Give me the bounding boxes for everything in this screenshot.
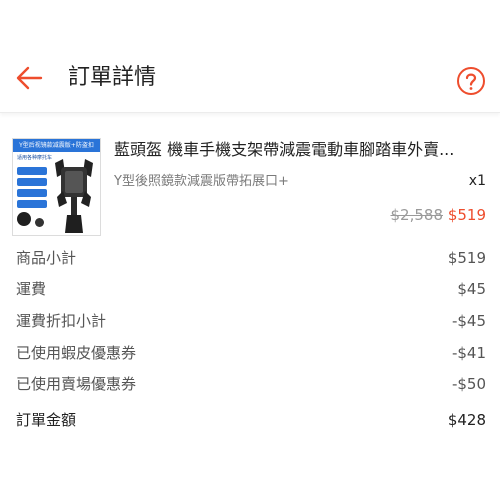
original-price: $2,588 [390, 206, 444, 224]
order-item[interactable]: Y型后视镜款减震版+防盗扣 适用各种摩托车 藍頭盔 機車手機支架帶減震電動車腳踏… [0, 128, 500, 236]
page-title: 訂單詳情 [68, 65, 157, 90]
thumbnail-tag [17, 200, 47, 208]
seller-voucher-value: -$50 [451, 375, 486, 393]
shopee-voucher-value: -$41 [451, 344, 486, 362]
product-quantity: x1 [468, 173, 486, 189]
product-name[interactable]: 藍頭盔 機車手機支架帶減震電動車腳踏車外賣... [114, 139, 490, 161]
shipping-label: 運費 [16, 280, 47, 298]
sale-price: $519 [447, 206, 486, 224]
order-total-row: 訂單金額 $428 [0, 408, 500, 432]
order-total-label: 訂單金額 [16, 411, 77, 429]
shopee-voucher-label: 已使用蝦皮優惠券 [16, 344, 137, 362]
thumbnail-tag [17, 178, 47, 186]
subtotal-value: $519 [447, 249, 486, 267]
header-bar: 訂單詳情 [0, 0, 500, 113]
thumbnail-tag [17, 189, 47, 197]
subtotal-row: 商品小計 $519 [0, 246, 500, 270]
accessory-part-image [17, 212, 31, 226]
shipping-row: 運費 $45 [0, 277, 500, 301]
product-variant: Y型後照鏡款減震版帶拓展口+ [114, 174, 289, 189]
seller-voucher-row: 已使用賣場優惠券 -$50 [0, 372, 500, 396]
subtotal-label: 商品小計 [16, 249, 77, 267]
shipping-discount-label: 運費折扣小計 [16, 312, 107, 330]
phone-holder-image [55, 159, 93, 233]
shopee-voucher-row: 已使用蝦皮優惠券 -$41 [0, 341, 500, 365]
thumbnail-tag [17, 167, 47, 175]
shipping-discount-row: 運費折扣小計 -$45 [0, 309, 500, 333]
thumbnail-banner: Y型后视镜款减震版+防盗扣 [13, 139, 100, 152]
order-total-value: $428 [447, 411, 486, 429]
shipping-discount-value: -$45 [451, 312, 486, 330]
question-circle-icon[interactable] [456, 66, 486, 96]
accessory-part-image [35, 218, 44, 227]
shipping-value: $45 [457, 280, 486, 298]
arrow-left-icon[interactable] [14, 62, 46, 94]
seller-voucher-label: 已使用賣場優惠券 [16, 375, 137, 393]
product-thumbnail[interactable]: Y型后视镜款减震版+防盗扣 适用各种摩托车 [12, 138, 101, 236]
